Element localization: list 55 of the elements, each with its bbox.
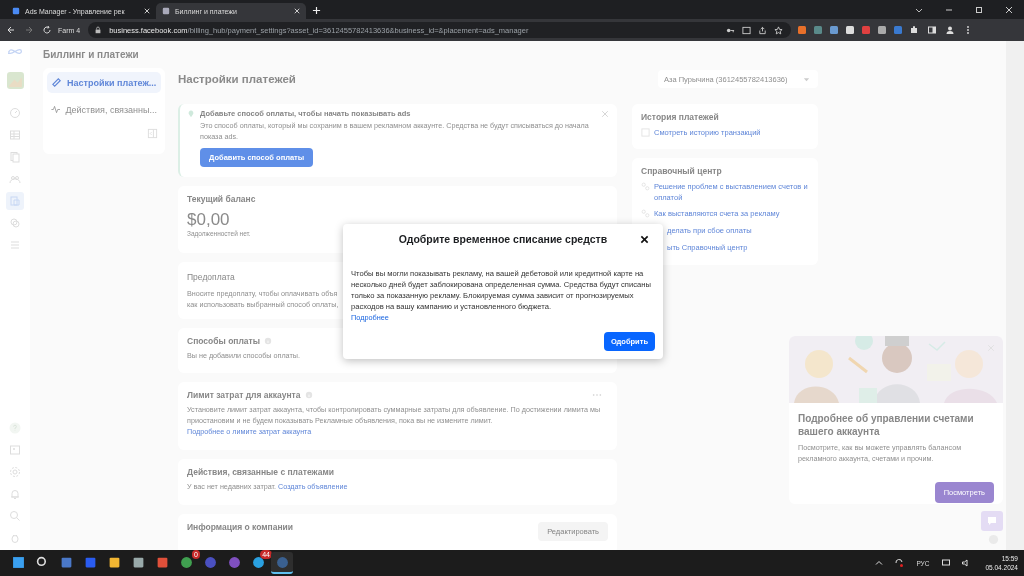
app-icon [251,555,265,569]
app-icon [275,555,289,569]
sync-icon[interactable] [894,558,905,568]
chevron-up-icon[interactable] [874,558,885,568]
card-title: Лимит затрат для аккаунта [187,390,301,400]
promo-title: Подробнее об управлении счетами вашего аккаунта [798,412,975,438]
puzzle-icon[interactable] [909,25,920,35]
balance-amount: $0,00 [187,210,231,230]
card-title: Способы оплаты [187,336,261,346]
card-icon [51,77,62,88]
close-icon[interactable] [640,235,649,244]
star-icon[interactable] [774,25,784,35]
sidebar-icon[interactable] [927,25,938,35]
lock-icon [94,26,103,34]
card-title: Справочный центр [641,166,723,176]
nav-item[interactable]: Настройки платеж... [47,72,161,93]
tab-favicon-icon [162,7,170,15]
pin-icon [187,109,195,118]
card-title: Предоплата [187,272,235,282]
maximize-icon[interactable] [974,5,984,15]
card-title: Текущий баланс [187,194,257,204]
extension-icon[interactable] [829,25,840,35]
tab-favicon-icon [12,7,20,15]
app-icon [179,555,193,569]
translate-icon[interactable] [742,25,752,35]
app-icon [83,555,97,569]
app-icon [107,555,121,569]
back-icon[interactable] [6,25,16,35]
app-icon [203,555,217,569]
card-title: История платежей [641,112,720,122]
app-icon [11,555,25,569]
reload-icon[interactable] [42,25,52,35]
card-title: Действия, связанные с платежами [187,467,335,477]
page-title: Биллинг и платежи [43,49,140,60]
forward-icon[interactable] [24,25,34,35]
scroll-bar[interactable] [1006,41,1024,550]
profile-icon[interactable] [945,25,956,35]
share-icon[interactable] [758,25,768,35]
dialog-title: Одобрите временное списание средств [398,233,608,245]
nav-item[interactable]: Действия, связанны... [47,99,161,120]
monitor-icon[interactable] [941,558,952,568]
new-tab-icon[interactable] [312,6,321,15]
pulse-icon [51,104,61,115]
app-icon [227,555,241,569]
section-title: Настройки платежей [178,73,296,85]
taskbar-app[interactable] [271,552,293,574]
app-icon [131,555,145,569]
caret-icon [803,75,810,83]
app-icon [35,555,49,569]
app-icon [59,555,73,569]
card-title: Информация о компании [187,522,294,532]
app-icon [155,555,169,569]
extension-icon[interactable] [845,25,856,35]
extension-icon[interactable] [877,25,888,35]
extension-icon[interactable] [797,25,808,35]
